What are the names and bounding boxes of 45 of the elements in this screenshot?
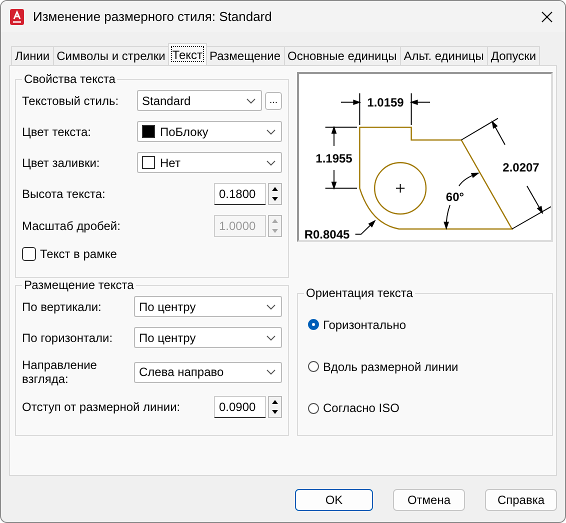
dropdown[interactable]: Нет	[137, 152, 282, 173]
number-field[interactable]: 0.1800	[214, 183, 266, 205]
field-label: По горизонтали:	[22, 330, 113, 344]
dropdown[interactable]: ПоБлоку	[137, 121, 282, 142]
dimension-label: 2.0207	[502, 160, 540, 174]
checkbox[interactable]: Текст в рамке	[22, 247, 282, 261]
tab[interactable]: Линии	[11, 46, 54, 65]
spinner-arrows[interactable]	[268, 396, 282, 418]
field-label: Направление взгляда:	[22, 358, 98, 386]
field-label: Отступ от размерной линии:	[22, 400, 180, 414]
window-title: Изменение размерного стиля: Standard	[33, 9, 273, 24]
dialog-button[interactable]: Отмена	[393, 489, 465, 511]
field-label: Цвет заливки:	[22, 156, 100, 170]
dimension-label: 1.1955	[316, 152, 352, 166]
group-title: Размещение текста	[23, 278, 135, 292]
tab[interactable]: Символы и стрелки	[52, 46, 170, 65]
field-label: Высота текста:	[22, 187, 106, 201]
dimension-label: 60°	[446, 190, 464, 204]
dropdown[interactable]: По центру	[134, 327, 282, 348]
tab[interactable]: Альт. единицы	[400, 46, 488, 65]
center-mark-icon	[396, 184, 406, 194]
browse-button[interactable]: ...	[265, 92, 282, 110]
field-label: По вертикали:	[22, 300, 102, 314]
dialog-button[interactable]: Справка	[485, 489, 557, 511]
tab[interactable]: Допуски	[486, 46, 540, 65]
dialog-button[interactable]: OK	[295, 489, 373, 511]
dropdown[interactable]: Слева направо	[134, 362, 282, 382]
radio-button[interactable]: Горизонтально	[308, 314, 546, 336]
field-label: Текстовый стиль:	[22, 94, 119, 108]
dropdown[interactable]: По центру	[134, 296, 282, 317]
radio-button[interactable]: Вдоль размерной линии	[308, 356, 546, 378]
dropdown[interactable]: Standard	[137, 90, 262, 111]
tab[interactable]: Текст	[168, 43, 207, 65]
tab[interactable]: Размещение	[206, 46, 285, 65]
dimension-label: 1.0159	[367, 96, 404, 110]
dimension-label: R0.8045	[304, 228, 350, 240]
app-logo-icon	[9, 8, 25, 24]
group-title: Свойства текста	[23, 72, 116, 86]
spinner-arrows[interactable]	[268, 183, 282, 205]
group-title: Ориентация текста	[305, 286, 414, 300]
field-label: Цвет текста:	[22, 124, 92, 138]
radio-button[interactable]: Согласно ISO	[308, 397, 546, 420]
number-field[interactable]: 0.0900	[214, 396, 266, 418]
tab[interactable]: Основные единицы	[284, 46, 401, 65]
field-label: Масштаб дробей:	[22, 219, 120, 233]
